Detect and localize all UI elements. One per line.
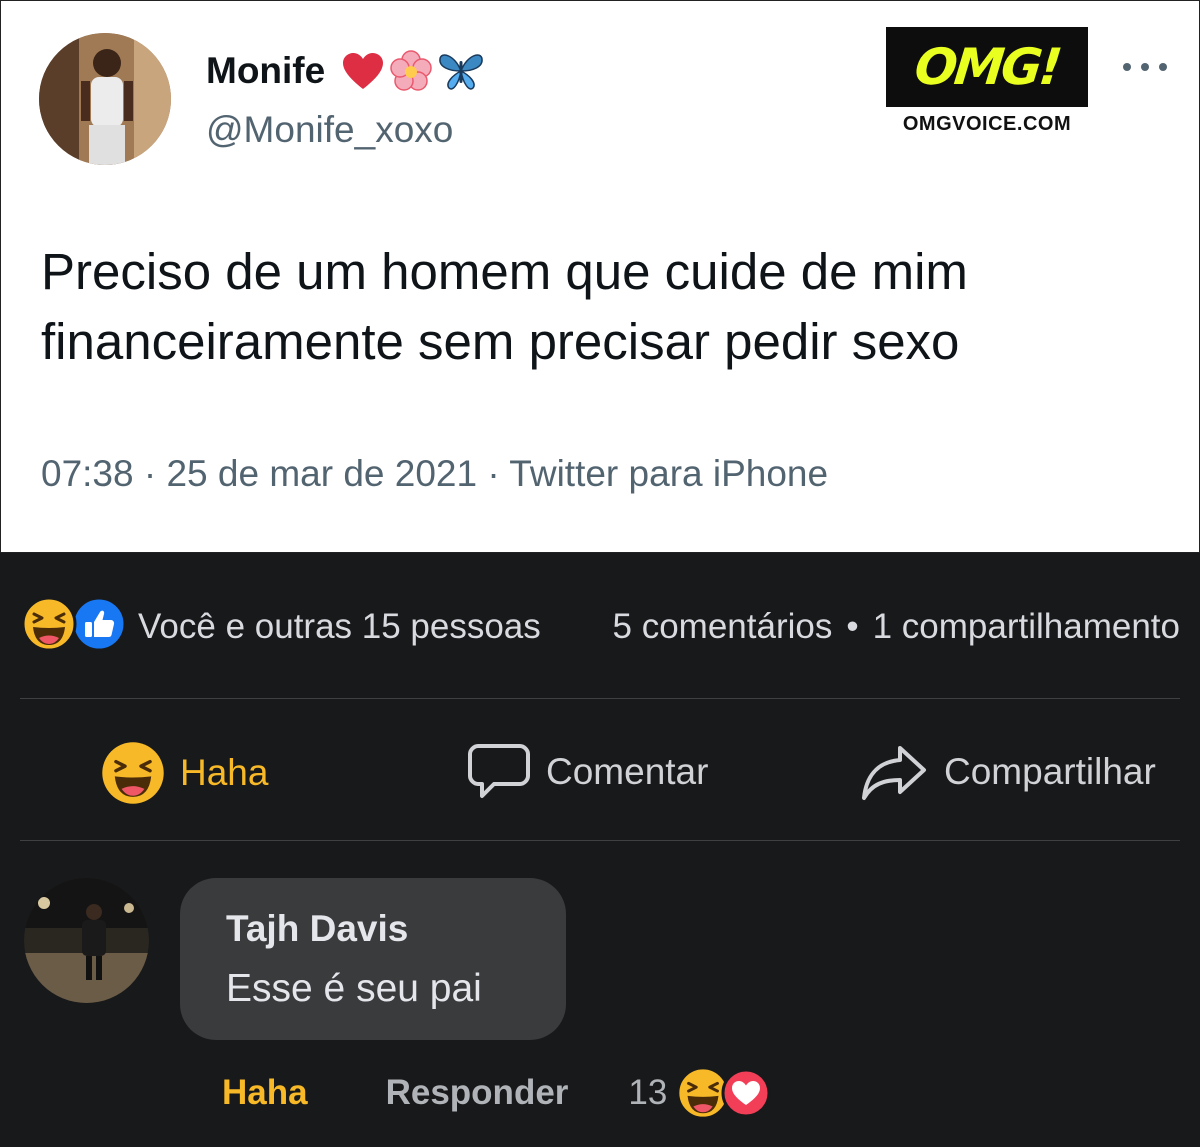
comment-haha-button[interactable]: Haha <box>222 1073 308 1113</box>
tweet-display-name-row: Monife <box>206 49 485 93</box>
tweet-timestamp[interactable]: 07:38 · 25 de mar de 2021 · Twitter para… <box>41 453 828 495</box>
facebook-post-footer: Você e outras 15 pessoas 5 comentários •… <box>0 553 1200 1147</box>
share-button[interactable]: Compartilhar <box>860 740 1156 804</box>
love-icon <box>721 1068 771 1118</box>
divider <box>20 698 1180 699</box>
haha-react-button[interactable]: Haha <box>100 740 268 806</box>
like-icon <box>71 596 127 652</box>
comment-author[interactable]: Tajh Davis <box>226 908 408 950</box>
stats-separator: • <box>846 607 859 646</box>
name-emojis <box>341 49 485 93</box>
omg-site-label: OMGVOICE.COM <box>902 113 1072 135</box>
tweet-handle[interactable]: @Monife_xoxo <box>206 109 453 151</box>
post-stats: 5 comentários • 1 compartilhamento <box>613 607 1180 647</box>
comment-label: Comentar <box>546 751 709 792</box>
tweet-avatar[interactable] <box>39 33 171 165</box>
comments-count[interactable]: 5 comentários <box>613 607 833 647</box>
comment-text: Esse é seu pai <box>226 967 482 1010</box>
tweet-display-name[interactable]: Monife <box>206 50 325 92</box>
comment-reaction-count[interactable]: 13 <box>628 1073 667 1113</box>
share-icon <box>862 746 926 800</box>
heart-icon <box>343 53 384 89</box>
comment-avatar[interactable] <box>24 878 149 1003</box>
comment-icon <box>468 744 530 798</box>
omg-logo-text: OMG! <box>911 38 1063 96</box>
reaction-summary-icons[interactable] <box>20 595 128 653</box>
haha-emoji-icon <box>21 596 77 652</box>
reactions-summary-text[interactable]: Você e outras 15 pessoas <box>138 607 541 647</box>
blossom-icon <box>390 50 432 91</box>
comment-reply-button[interactable]: Responder <box>386 1073 569 1113</box>
divider <box>20 840 1180 841</box>
tweet-card: Monife @Monife_xoxo OMG! OMGVOICE.COM Pr… <box>0 0 1200 553</box>
comment-reaction-icons[interactable] <box>675 1065 771 1121</box>
butterfly-icon <box>439 54 483 90</box>
haha-emoji-icon <box>102 742 164 804</box>
more-options-icon[interactable] <box>1123 53 1167 81</box>
comment-actions: Haha Responder 13 <box>222 1065 771 1121</box>
tweet-text: Preciso de um homem que cuide de mim fin… <box>41 243 968 370</box>
share-label: Compartilhar <box>944 751 1156 792</box>
omg-logo: OMG! <box>886 27 1088 107</box>
shares-count[interactable]: 1 compartilhamento <box>873 607 1180 647</box>
haha-label: Haha <box>180 752 269 793</box>
comment-bubble: Tajh Davis Esse é seu pai <box>180 878 566 1040</box>
comment-button[interactable]: Comentar <box>466 740 708 804</box>
